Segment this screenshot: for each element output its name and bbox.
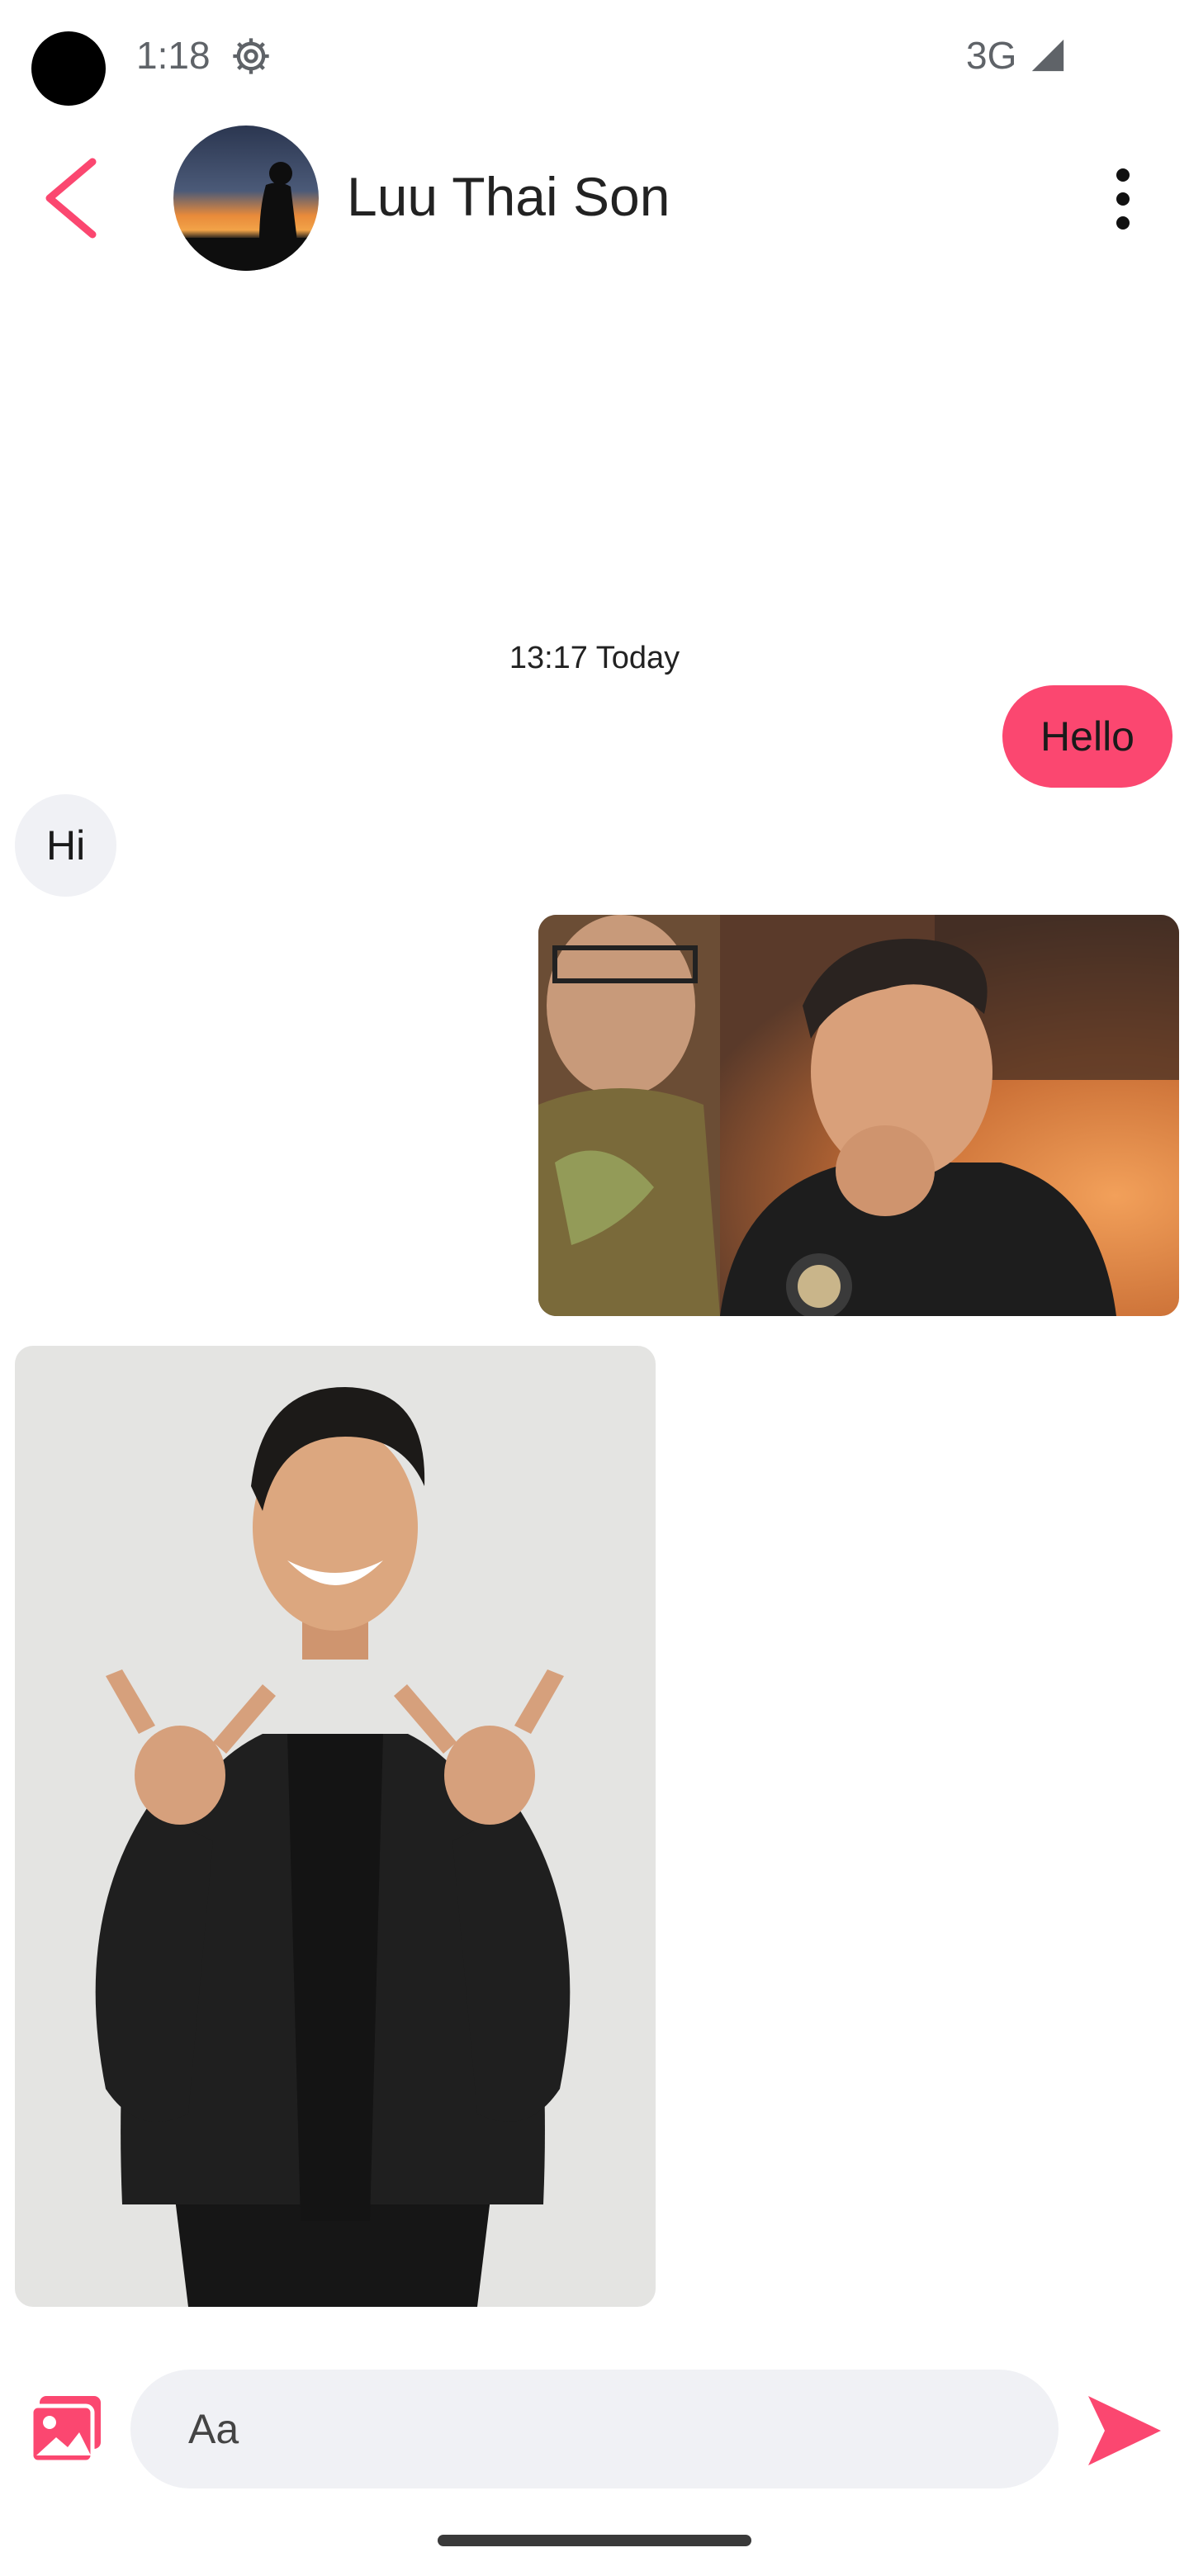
more-vertical-icon bbox=[1116, 168, 1130, 230]
message-composer bbox=[0, 2345, 1189, 2510]
back-button[interactable] bbox=[33, 149, 107, 248]
outgoing-message[interactable]: Hello bbox=[1002, 685, 1172, 788]
incoming-image-message[interactable] bbox=[15, 1346, 656, 2307]
cellular-signal-icon bbox=[1029, 36, 1067, 74]
chevron-left-icon bbox=[45, 158, 97, 239]
photo-man-resting-chin bbox=[538, 915, 1179, 1316]
message-timestamp: 13:17 Today bbox=[509, 641, 680, 675]
camera-cutout bbox=[31, 31, 106, 106]
more-options-button[interactable] bbox=[1100, 162, 1146, 236]
status-time: 1:18 bbox=[136, 34, 211, 77]
send-button[interactable] bbox=[1085, 2393, 1164, 2469]
network-type: 3G bbox=[966, 34, 1017, 77]
image-gallery-icon bbox=[29, 2396, 101, 2465]
home-indicator[interactable] bbox=[438, 2535, 751, 2546]
contact-name[interactable]: Luu Thai Son bbox=[347, 165, 670, 228]
gallery-button[interactable] bbox=[28, 2394, 104, 2467]
status-bar: 1:18 3G bbox=[0, 0, 1189, 116]
photo-man-in-black-suit bbox=[15, 1346, 656, 2307]
avatar[interactable] bbox=[173, 125, 319, 271]
outgoing-image-message[interactable] bbox=[538, 915, 1179, 1316]
incoming-message[interactable]: Hi bbox=[15, 794, 117, 897]
settings-gear-icon bbox=[230, 35, 272, 78]
chat-header: Luu Thai Son bbox=[0, 116, 1189, 281]
message-input[interactable] bbox=[130, 2370, 1059, 2488]
send-icon bbox=[1088, 2396, 1161, 2465]
